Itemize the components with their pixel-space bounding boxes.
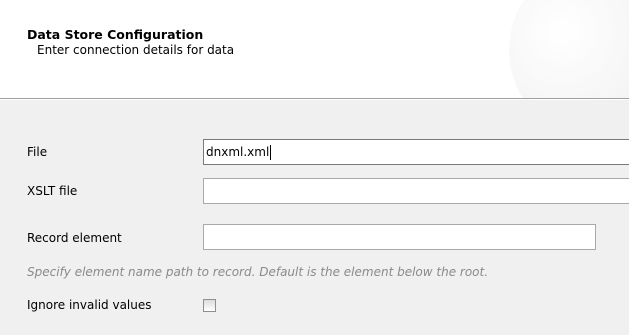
text-caret — [270, 145, 272, 160]
file-input[interactable]: dnxml.xml — [203, 139, 629, 165]
file-input-value: dnxml.xml — [206, 145, 270, 159]
ignore-invalid-label: Ignore invalid values — [27, 298, 152, 312]
record-element-input[interactable] — [203, 224, 596, 250]
record-element-hint: Specify element name path to record. Def… — [27, 265, 489, 279]
header-decoration — [509, 0, 629, 98]
header-divider-highlight — [0, 99, 629, 100]
record-element-label: Record element — [27, 231, 122, 245]
xslt-file-label: XSLT file — [27, 184, 78, 198]
page-subtitle: Enter connection details for data — [37, 43, 235, 57]
ignore-invalid-checkbox[interactable] — [203, 299, 216, 312]
page-title: Data Store Configuration — [27, 27, 204, 42]
wizard-header: Data Store Configuration Enter connectio… — [0, 0, 629, 98]
file-label: File — [27, 145, 48, 159]
xslt-file-input[interactable] — [203, 178, 629, 204]
